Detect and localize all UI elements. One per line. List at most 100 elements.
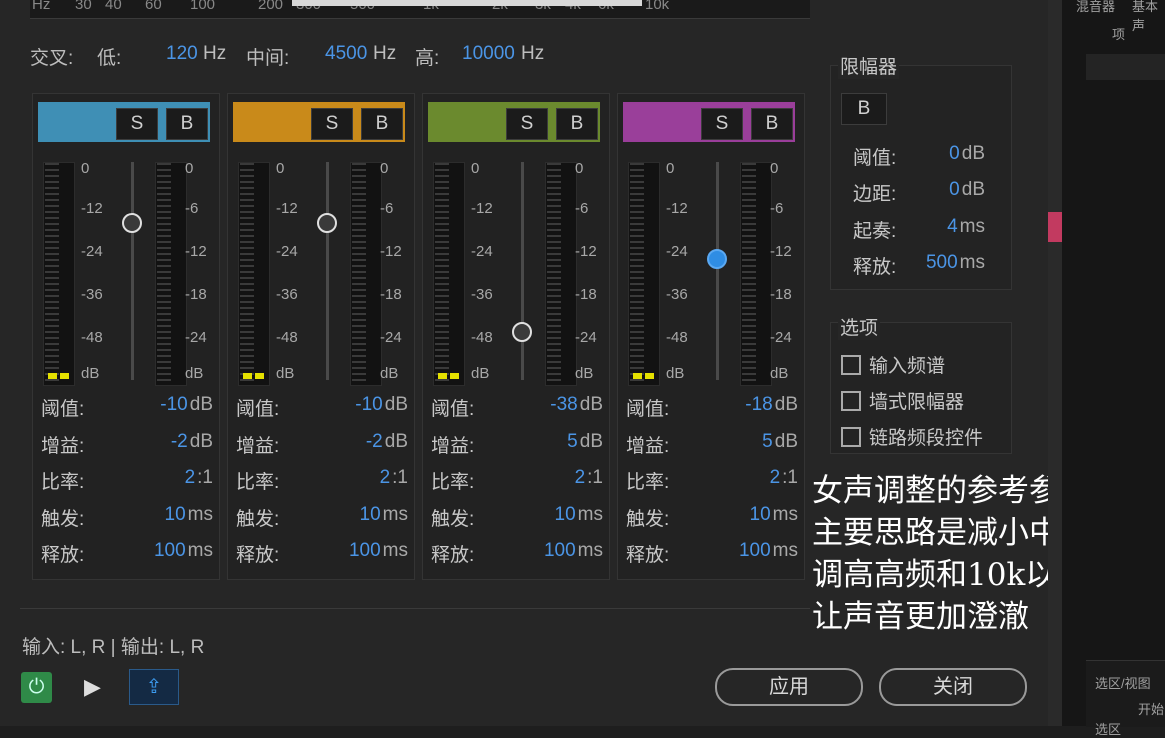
param-label-release: 释放:	[41, 545, 85, 566]
limiter-bypass-button[interactable]: B	[841, 93, 887, 125]
param-row-threshold: 阈值: -38 dB	[431, 394, 611, 431]
param-value-gain[interactable]: -2 dB	[366, 431, 408, 453]
crossover-mid-value[interactable]: 4500	[325, 43, 367, 65]
param-value-threshold[interactable]: -10 dB	[355, 394, 408, 416]
param-value-release[interactable]: 100 ms	[544, 540, 603, 562]
param-row-gain: 增益: 5 dB	[431, 431, 611, 468]
gr-scale-label: dB	[380, 365, 399, 382]
power-toggle-button[interactable]: ⏻	[21, 672, 52, 703]
gr-scale-label: -6	[575, 200, 589, 217]
selection-label: 选区	[1095, 722, 1122, 737]
meter-scale-label: -24	[81, 243, 103, 260]
param-label-ratio: 比率:	[626, 472, 670, 493]
param-value-ratio[interactable]: 2:1	[380, 467, 408, 489]
param-value-attack[interactable]: 10 ms	[750, 504, 798, 526]
meter-scale-label: -36	[276, 286, 298, 303]
param-value-attack[interactable]: 10 ms	[165, 504, 213, 526]
essential-sound-tab[interactable]: 基本声	[1132, 0, 1165, 34]
input-meter	[43, 162, 75, 386]
meter-scale-label: -12	[471, 200, 493, 217]
param-value-attack[interactable]: 10 ms	[360, 504, 408, 526]
param-value-release[interactable]: 100 ms	[739, 540, 798, 562]
param-label-threshold: 阈值:	[431, 399, 475, 420]
solo-button[interactable]: S	[311, 108, 353, 140]
checkbox[interactable]	[841, 355, 861, 375]
meter-scale-label: 0	[471, 160, 480, 177]
param-value-release[interactable]: 100 ms	[349, 540, 408, 562]
close-button[interactable]: 关闭	[879, 668, 1027, 706]
threshold-fader-track[interactable]	[521, 162, 524, 380]
option-link-band-controls[interactable]: 链路频段控件	[841, 423, 983, 450]
param-value-gain[interactable]: 5 dB	[762, 431, 798, 453]
bypass-button[interactable]: B	[361, 108, 403, 140]
bypass-button[interactable]: B	[166, 108, 208, 140]
threshold-fader-knob[interactable]	[122, 213, 142, 234]
param-value-gain[interactable]: 5 dB	[567, 431, 603, 453]
gain-reduction-meter	[740, 162, 772, 386]
gr-scale-label: 0	[185, 160, 194, 177]
param-value-threshold[interactable]: -18 dB	[745, 394, 798, 416]
meter-scale-label: dB	[81, 365, 100, 382]
start-label: 开始	[1138, 702, 1165, 717]
apply-button[interactable]: 应用	[715, 668, 863, 706]
bypass-button[interactable]: B	[751, 108, 793, 140]
param-value-ratio[interactable]: 2:1	[185, 467, 213, 489]
param-label-gain: 增益:	[41, 435, 85, 457]
gr-scale-label: -18	[770, 286, 792, 303]
param-row-gain: 增益: -2 dB	[236, 431, 416, 468]
crossover-low-label: 低:	[97, 48, 122, 69]
param-value-ratio[interactable]: 2:1	[770, 467, 798, 489]
crossover-low-value[interactable]: 120	[166, 43, 198, 65]
solo-button[interactable]: S	[506, 108, 548, 140]
option-brickwall-limiter[interactable]: 墙式限幅器	[841, 387, 964, 414]
solo-button[interactable]: S	[701, 108, 743, 140]
param-value-ratio[interactable]: 2:1	[575, 467, 603, 489]
threshold-fader-knob[interactable]	[317, 213, 337, 234]
param-value-release[interactable]: 100 ms	[154, 540, 213, 562]
limiter-panel: 限幅器 B 阈值: 0 dB 边距: 0 dB 起奏: 4 ms 释放: 500 ms	[830, 52, 1012, 290]
gain-reduction-meter	[350, 162, 382, 386]
gr-scale-label: dB	[770, 365, 789, 382]
checkbox[interactable]	[841, 427, 861, 447]
meter-scale-label: -24	[666, 243, 688, 260]
bypass-button[interactable]: B	[556, 108, 598, 140]
ruler-label: 30	[75, 0, 92, 13]
param-label-release: 释放:	[431, 545, 475, 566]
crossover-high-label: 高:	[415, 48, 440, 69]
limiter-threshold-value[interactable]: 0 dB	[949, 143, 985, 165]
apply-to-clip-button[interactable]: ⇪	[129, 669, 179, 705]
preview-play-button[interactable]: ▶	[84, 674, 101, 700]
param-value-threshold[interactable]: -38 dB	[550, 394, 603, 416]
threshold-fader-track[interactable]	[131, 162, 134, 380]
meter-scale-label: -24	[471, 243, 493, 260]
limiter-margin-value[interactable]: 0 dB	[949, 179, 985, 201]
param-label-attack: 触发:	[236, 508, 280, 530]
threshold-fader-knob[interactable]	[512, 322, 532, 343]
threshold-fader-track[interactable]	[326, 162, 329, 380]
threshold-fader-knob[interactable]	[707, 249, 727, 270]
option-input-spectrum[interactable]: 输入频谱	[841, 351, 945, 378]
param-row-threshold: 阈值: -18 dB	[626, 394, 806, 431]
gr-scale-label: 0	[575, 160, 584, 177]
param-value-gain[interactable]: -2 dB	[171, 431, 213, 453]
threshold-fader-track[interactable]	[716, 162, 719, 380]
crossover-label: 交叉:	[30, 48, 74, 69]
limiter-release-value[interactable]: 500 ms	[926, 252, 985, 274]
crossover-mid-label: 中间:	[246, 48, 290, 69]
param-value-attack[interactable]: 10 ms	[555, 504, 603, 526]
divider	[20, 608, 810, 609]
param-row-gain: 增益: -2 dB	[41, 431, 221, 468]
param-row-ratio: 比率: 2:1	[431, 467, 611, 504]
meter-scale-label: -12	[81, 200, 103, 217]
meter-scale-label: -24	[276, 243, 298, 260]
mixer-tab[interactable]: 混音器	[1076, 0, 1115, 15]
limiter-attack-value[interactable]: 4 ms	[947, 216, 985, 238]
limiter-threshold-label: 阈值:	[853, 148, 897, 169]
crossover-high-value[interactable]: 10000	[462, 43, 515, 65]
checkbox[interactable]	[841, 391, 861, 411]
param-value-threshold[interactable]: -10 dB	[160, 394, 213, 416]
param-label-threshold: 阈值:	[41, 399, 85, 420]
param-label-ratio: 比率:	[431, 472, 475, 493]
solo-button[interactable]: S	[116, 108, 158, 140]
gr-scale-label: -12	[185, 243, 207, 260]
